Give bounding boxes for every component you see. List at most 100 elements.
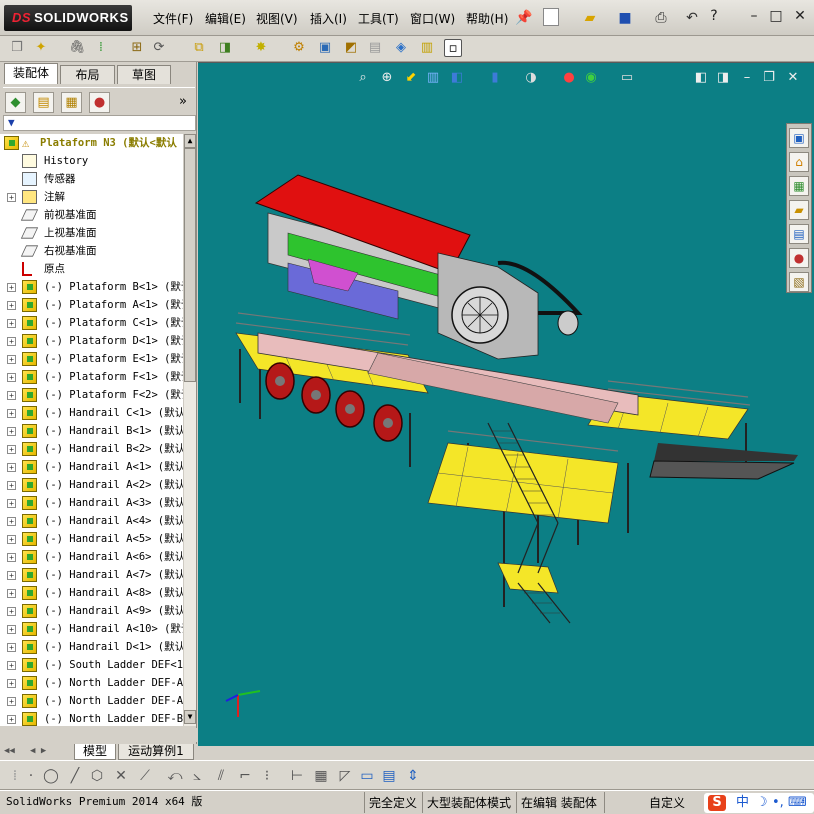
tree-item[interactable]: + (-) Plataform B<1> (默认 [0, 278, 183, 296]
features-icon[interactable]: ⚙ [290, 39, 308, 57]
expand-toggle-icon[interactable]: + [7, 193, 16, 202]
collapse-panel-icon[interactable]: » [179, 94, 187, 109]
tab-sketch[interactable]: 草图 [117, 65, 171, 84]
menu-tools[interactable]: 工具(T) [358, 10, 399, 27]
tree-item[interactable]: + (-) North Ladder DEF-B< [0, 710, 183, 726]
sogou-icon[interactable]: S [708, 795, 726, 811]
scroll-up-arrow[interactable]: ▲ [184, 134, 196, 148]
menu-file[interactable]: 文件(F) [153, 10, 193, 27]
tree-item[interactable]: + (-) Handrail C<1> (默认 [0, 404, 183, 422]
restore-button[interactable]: □ [768, 8, 784, 24]
tree-item[interactable]: + (-) North Ladder DEF-A< [0, 692, 183, 710]
corner-rectangle-icon[interactable]: ⌐ [236, 767, 254, 785]
close-button[interactable]: ✕ [792, 8, 808, 24]
expand-toggle-icon[interactable]: + [7, 643, 16, 652]
tree-item[interactable]: + (-) Handrail A<1> (默认 [0, 458, 183, 476]
display-pane-icon[interactable]: ▫ [444, 39, 462, 57]
moon-icon[interactable]: ☽ [756, 793, 768, 813]
tree-item[interactable]: 上视基准面 [0, 224, 183, 242]
menu-edit[interactable]: 编辑(E) [205, 10, 246, 27]
relations-icon[interactable]: ◸ [336, 767, 354, 785]
expand-toggle-icon[interactable]: + [7, 301, 16, 310]
ime-language[interactable]: 中 [736, 793, 749, 813]
interference-icon[interactable]: ✸ [252, 39, 270, 57]
view-palette-icon[interactable]: ▤ [789, 224, 809, 244]
tree-item[interactable]: 前视基准面 [0, 206, 183, 224]
mirror-icon[interactable]: ⫽ [212, 767, 230, 785]
tree-item[interactable]: + (-) Handrail A<8> (默认 [0, 584, 183, 602]
tree-item[interactable]: 原点 [0, 260, 183, 278]
undo-icon[interactable]: ↶ [682, 8, 702, 28]
plant-3d-model[interactable] [198, 63, 814, 746]
expand-toggle-icon[interactable]: + [7, 715, 16, 724]
prev-tab-arrow[interactable]: ◀ ▶ [30, 746, 46, 756]
first-tab-arrow[interactable]: ◀◀ [4, 746, 15, 756]
tab-layout[interactable]: 布局 [60, 65, 115, 84]
tree-item[interactable]: + (-) Plataform E<1> (默认 [0, 350, 183, 368]
point-icon[interactable]: · [22, 767, 40, 785]
expand-toggle-icon[interactable]: + [7, 553, 16, 562]
ime-toolbar[interactable]: S 中 ☽ •, ⌨ [704, 793, 814, 813]
rectangle-icon[interactable]: ▭ [358, 767, 376, 785]
expand-toggle-icon[interactable]: + [7, 283, 16, 292]
expand-toggle-icon[interactable]: + [7, 319, 16, 328]
grid-icon[interactable]: ▦ [312, 767, 330, 785]
line-icon[interactable]: ╱ [66, 767, 84, 785]
tree-item[interactable]: History [0, 152, 183, 170]
funnel-icon[interactable]: ▼ [8, 116, 15, 129]
convert-entities-icon[interactable]: ⤺ [166, 767, 184, 785]
tree-item[interactable]: + (-) Handrail A<4> (默认 [0, 512, 183, 530]
expand-toggle-icon[interactable]: + [7, 463, 16, 472]
resources-icon[interactable]: ▣ [789, 128, 809, 148]
polygon-icon[interactable]: ⬡ [88, 767, 106, 785]
insert-component-icon[interactable]: ❒ [8, 39, 26, 57]
expand-toggle-icon[interactable]: + [7, 535, 16, 544]
tree-item[interactable]: + (-) Handrail A<9> (默认 [0, 602, 183, 620]
expand-toggle-icon[interactable]: + [7, 661, 16, 670]
smart-dimension-icon[interactable]: ⊢ [288, 767, 306, 785]
move-entities-icon[interactable]: ⇕ [404, 767, 422, 785]
print-icon[interactable]: ⎙ [651, 8, 671, 28]
menu-view[interactable]: 视图(V) [256, 10, 298, 27]
graphics-viewport[interactable]: ⌕ ⊕ ⬋ ▥ ◧ ▮ ◑ ● ◉ ▭ ◧ ◨ – ❐ ✕ [198, 62, 814, 746]
expand-toggle-icon[interactable]: + [7, 607, 16, 616]
paperclip-icon[interactable]: 🖇 [68, 39, 86, 57]
expand-toggle-icon[interactable]: + [7, 373, 16, 382]
expand-toggle-icon[interactable]: + [7, 409, 16, 418]
expand-toggle-icon[interactable]: + [7, 679, 16, 688]
hole-series-icon[interactable]: ◩ [342, 39, 360, 57]
menu-insert[interactable]: 插入(I) [310, 10, 347, 27]
custom-units-button[interactable]: 自定义 [604, 792, 704, 813]
tree-item[interactable]: + (-) Handrail A<6> (默认 [0, 548, 183, 566]
sketch-pattern-icon[interactable]: ⁝ [258, 767, 276, 785]
tree-item[interactable]: ⚠ Plataform N3 (默认<默认 [0, 134, 183, 152]
tree-item[interactable]: + (-) Plataform F<1> (默认 [0, 368, 183, 386]
rotate-component-icon[interactable]: ⟳ [150, 39, 168, 57]
tree-item[interactable]: + (-) Plataform D<1> (默认 [0, 332, 183, 350]
tree-scrollbar[interactable]: ▲ ▼ [183, 134, 196, 726]
tree-item[interactable]: 右视基准面 [0, 242, 183, 260]
circle-icon[interactable]: ◯ [42, 767, 60, 785]
open-folder-icon[interactable]: ▰ [580, 8, 600, 28]
tree-item[interactable]: + (-) Handrail A<3> (默认 [0, 494, 183, 512]
design-library-icon[interactable]: ▦ [789, 176, 809, 196]
measure-icon[interactable]: ◈ [392, 39, 410, 57]
home-icon[interactable]: ⌂ [789, 152, 809, 172]
pin-icon[interactable]: 📌 [514, 8, 534, 28]
tree-item[interactable]: + (-) Handrail A<10> (默认 [0, 620, 183, 638]
tab-motion-study[interactable]: 运动算例1 [118, 744, 194, 760]
expand-toggle-icon[interactable]: + [7, 571, 16, 580]
exploded-view-icon[interactable]: ◨ [216, 39, 234, 57]
scroll-down-arrow[interactable]: ▼ [184, 710, 196, 724]
tab-assembly[interactable]: 装配体 [4, 63, 58, 84]
expand-toggle-icon[interactable]: + [7, 445, 16, 454]
trim-icon[interactable]: ✕ [112, 767, 130, 785]
tree-item[interactable]: + (-) Plataform C<1> (默认 [0, 314, 183, 332]
table-icon[interactable]: ▤ [380, 767, 398, 785]
property-manager-icon[interactable]: ▤ [33, 92, 54, 113]
configuration-manager-icon[interactable]: ▦ [61, 92, 82, 113]
tree-item[interactable]: + (-) Plataform A<1> (默认 [0, 296, 183, 314]
tree-item[interactable]: + (-) Handrail D<1> (默认 [0, 638, 183, 656]
expand-toggle-icon[interactable]: + [7, 697, 16, 706]
tree-item[interactable]: + (-) North Ladder DEF-A< [0, 674, 183, 692]
